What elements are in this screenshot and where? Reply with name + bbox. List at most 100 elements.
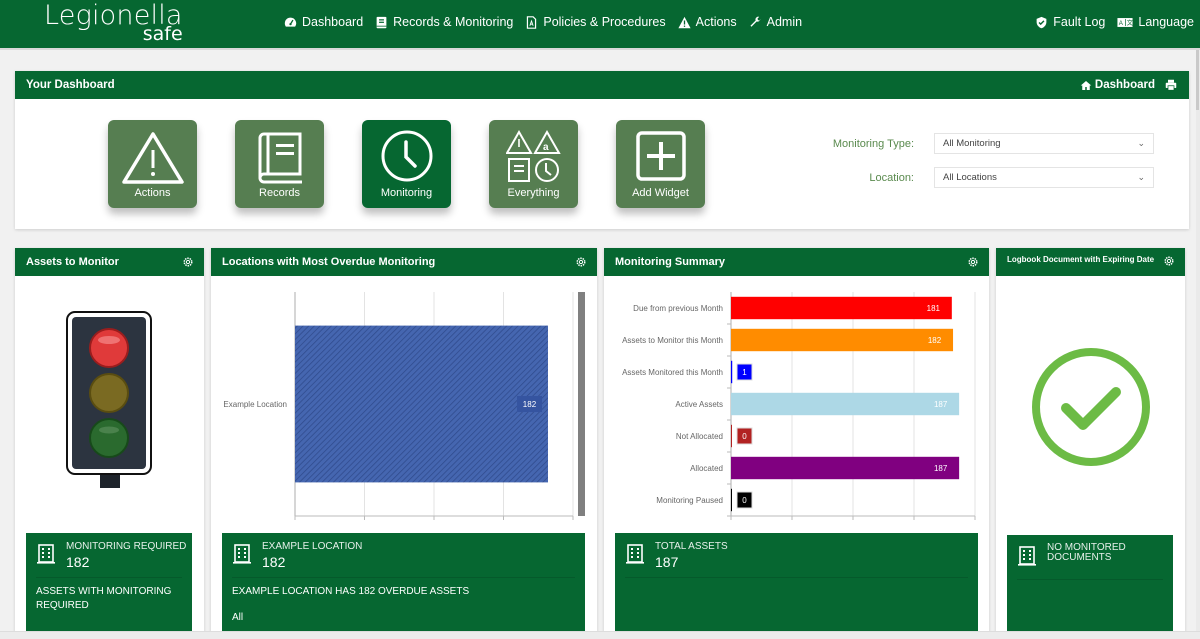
widget-overdue-locations: Locations with Most Overdue Monitoring E… — [211, 248, 597, 639]
category-label: Monitoring Paused — [656, 496, 723, 505]
dashboard-card: Your Dashboard Dashboard Actions Records… — [15, 71, 1189, 229]
nav-policies[interactable]: Policies & Procedures — [525, 15, 666, 29]
data-label: 0 — [742, 432, 747, 441]
divider — [625, 577, 968, 578]
horizontal-scrollbar[interactable] — [0, 631, 1200, 639]
overdue-location-stat[interactable]: EXAMPLE LOCATION 182 EXAMPLE LOCATION HA… — [222, 533, 585, 639]
widget-header: Logbook Document with Expiring Date — [996, 248, 1185, 276]
tile-records[interactable]: Records — [235, 120, 324, 208]
data-label: 182 — [928, 336, 942, 345]
page-scrollbar[interactable] — [1196, 50, 1200, 639]
chevron-down-icon: ⌄ — [1137, 172, 1145, 182]
print-icon[interactable] — [1165, 79, 1177, 91]
stat-value: 182 — [66, 554, 90, 570]
tile-monitoring[interactable]: Monitoring — [362, 120, 451, 208]
data-label: 1 — [742, 368, 747, 377]
plus-square-icon — [635, 131, 686, 181]
total-assets-stat[interactable]: TOTAL ASSETS 187 — [615, 533, 978, 639]
nav-fault-log-label: Fault Log — [1053, 15, 1106, 29]
book-icon — [376, 16, 387, 28]
bar — [731, 488, 732, 512]
nav-admin[interactable]: Admin — [749, 15, 802, 29]
nav-policies-label: Policies & Procedures — [543, 15, 666, 29]
divider — [36, 577, 182, 578]
monitoring-type-value: All Monitoring — [943, 138, 1001, 149]
nav-dashboard-label: Dashboard — [302, 15, 364, 29]
gear-icon[interactable] — [1163, 255, 1175, 267]
tachometer-icon — [284, 17, 297, 27]
location-select[interactable]: All Locations ⌄ — [934, 167, 1154, 188]
data-label: 181 — [927, 304, 941, 313]
tile-monitoring-label: Monitoring — [380, 187, 433, 199]
stat-label: EXAMPLE LOCATION — [262, 541, 363, 552]
widget-header: Monitoring Summary — [604, 248, 989, 276]
building-icon — [626, 544, 644, 564]
home-dashboard-label: Dashboard — [1094, 79, 1155, 91]
widget-title: Assets to Monitor — [26, 256, 119, 268]
home-dashboard-link[interactable]: Dashboard — [1080, 79, 1155, 91]
clock-icon — [381, 130, 432, 182]
nav-language[interactable]: A文 Language — [1117, 15, 1194, 29]
nav-dashboard[interactable]: Dashboard — [284, 15, 363, 29]
stat-description: ASSETS WITH MONITORING REQUIRED — [36, 586, 172, 611]
scrollbar-thumb[interactable] — [1196, 50, 1199, 110]
category-label: Allocated — [690, 464, 723, 473]
widget-assets-to-monitor: Assets to Monitor MONITORING REQUIRED 18… — [15, 248, 204, 639]
book-icon — [258, 132, 302, 184]
svg-text:文: 文 — [1127, 19, 1133, 27]
svg-text:a: a — [543, 142, 549, 153]
gear-icon[interactable] — [182, 256, 194, 268]
overdue-chart: Example Location 182 — [223, 292, 585, 520]
data-label: 0 — [742, 496, 747, 505]
bar — [295, 325, 548, 483]
language-icon: A文 — [1117, 17, 1133, 27]
bar — [731, 328, 954, 352]
nav-records-monitoring[interactable]: Records & Monitoring — [375, 15, 513, 29]
stat-description: EXAMPLE LOCATION HAS 182 OVERDUE ASSETS — [232, 586, 470, 597]
main-nav: Dashboard Records & Monitoring Policies … — [284, 15, 802, 29]
category-label: Active Assets — [675, 400, 723, 409]
tile-records-label: Records — [259, 187, 300, 199]
no-monitored-documents-stat[interactable]: NO MONITORED DOCUMENTS — [1007, 535, 1173, 639]
stat-value: 187 — [655, 554, 679, 570]
everything-icon: a — [505, 130, 561, 182]
monitoring-type-select[interactable]: All Monitoring ⌄ — [934, 133, 1154, 154]
data-label: 187 — [934, 400, 948, 409]
check-circle-icon — [1032, 348, 1150, 466]
logo[interactable]: Legionella safe — [44, 0, 183, 44]
tile-add-widget[interactable]: Add Widget — [616, 120, 705, 208]
stat-value: 182 — [262, 554, 286, 570]
pdf-file-icon — [527, 15, 537, 29]
warning-icon — [678, 16, 691, 28]
shield-check-icon — [1036, 16, 1047, 28]
tile-everything-label: Everything — [507, 187, 560, 199]
tile-everything[interactable]: a Everything — [489, 120, 578, 208]
dashboard-card-header: Your Dashboard Dashboard — [15, 71, 1189, 99]
bar — [731, 424, 732, 448]
tile-actions[interactable]: Actions — [108, 120, 197, 208]
bar — [731, 296, 952, 320]
nav-language-label: Language — [1138, 15, 1194, 29]
stat-sub: All — [232, 612, 244, 623]
nav-admin-label: Admin — [766, 15, 803, 29]
stat-label: TOTAL ASSETS — [655, 541, 728, 552]
gear-icon[interactable] — [967, 256, 979, 268]
widget-logbook-expiring: Logbook Document with Expiring Date NO M… — [996, 248, 1185, 639]
tile-actions-label: Actions — [134, 187, 171, 199]
tile-add-widget-label: Add Widget — [632, 187, 689, 199]
building-icon — [233, 544, 251, 564]
stat-label: NO MONITORED DOCUMENTS — [1047, 542, 1126, 563]
chevron-down-icon: ⌄ — [1137, 138, 1145, 148]
quick-tiles: Actions Records Monitoring a Everything … — [108, 120, 705, 208]
nav-actions-label: Actions — [695, 15, 737, 29]
data-label: 187 — [934, 464, 948, 473]
bar — [731, 360, 733, 384]
gear-icon[interactable] — [575, 256, 587, 268]
nav-fault-log[interactable]: Fault Log — [1035, 15, 1105, 29]
widget-header: Assets to Monitor — [15, 248, 204, 276]
building-icon — [1018, 546, 1036, 566]
nav-actions[interactable]: Actions — [678, 15, 737, 29]
bar — [731, 392, 960, 416]
monitoring-required-stat[interactable]: MONITORING REQUIRED 182 ASSETS WITH MONI… — [26, 533, 192, 639]
stat-label: MONITORING REQUIRED — [66, 541, 187, 552]
